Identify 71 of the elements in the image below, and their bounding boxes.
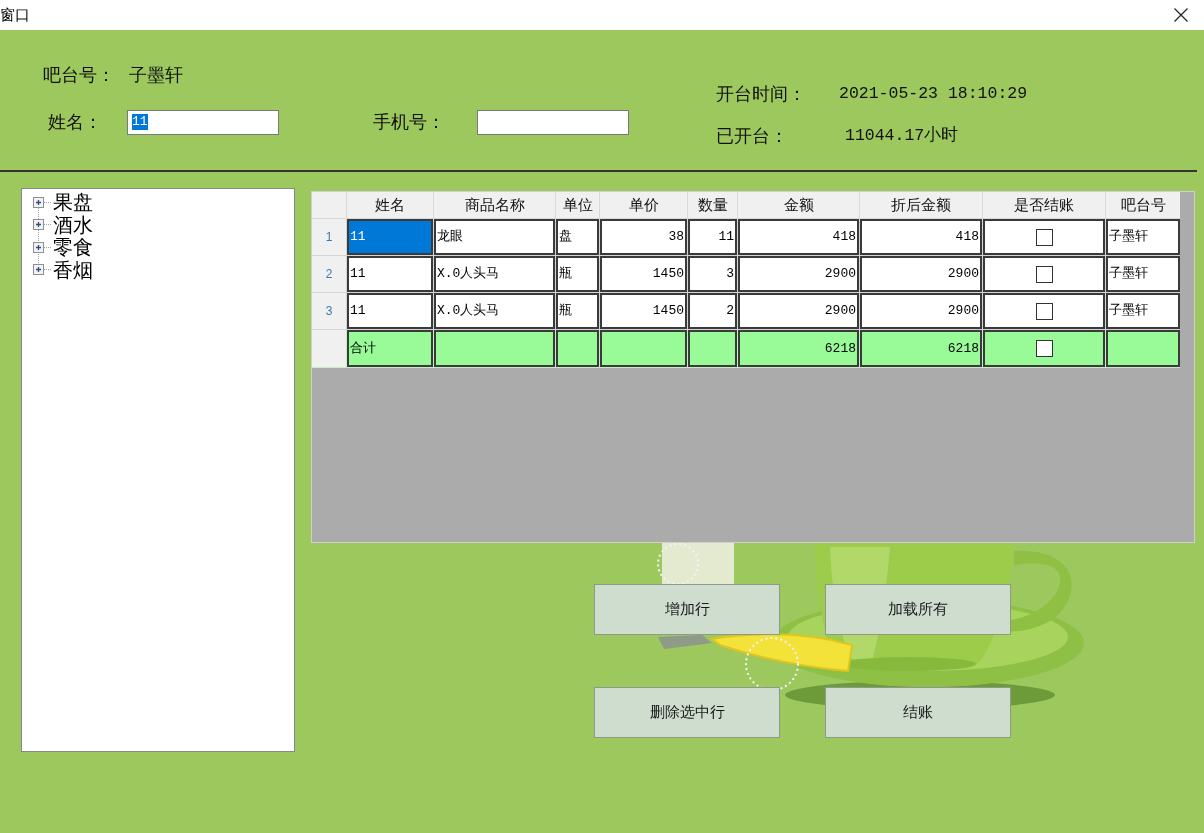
- expand-icon[interactable]: [33, 196, 44, 208]
- column-header[interactable]: 金额: [738, 192, 859, 218]
- table-cell: 子墨轩: [1106, 293, 1180, 329]
- checkbox[interactable]: [1035, 228, 1053, 246]
- checkout-button[interactable]: 结账: [825, 687, 1011, 738]
- load-all-button[interactable]: 加载所有: [825, 584, 1011, 635]
- table-cell: 11: [688, 219, 737, 255]
- column-header[interactable]: 是否结账: [983, 192, 1105, 218]
- dotted-circle: [657, 543, 699, 585]
- table-cell: 2900: [860, 293, 982, 329]
- column-header[interactable]: 折后金额: [860, 192, 982, 218]
- name-label: 姓名：: [48, 110, 103, 134]
- column-header[interactable]: 商品名称: [434, 192, 555, 218]
- table-cell: 418: [738, 219, 859, 255]
- add-row-button[interactable]: 增加行: [594, 584, 780, 635]
- table-cell: 418: [860, 219, 982, 255]
- expand-icon[interactable]: [33, 264, 44, 276]
- grid-corner: [312, 192, 346, 218]
- name-field[interactable]: 11: [127, 109, 279, 135]
- tree-item[interactable]: 香烟: [33, 258, 93, 281]
- table-cell: 2: [688, 293, 737, 329]
- tree-item[interactable]: 果盘: [33, 191, 93, 214]
- phone-label: 手机号：: [373, 110, 446, 134]
- checkbox[interactable]: [1035, 302, 1053, 320]
- table-cell: 合计: [347, 330, 433, 367]
- column-header[interactable]: 数量: [688, 192, 737, 218]
- table-cell: 1450: [600, 256, 687, 292]
- elapsed-time-value: 11044.17小时: [845, 124, 959, 147]
- bar-number-value: 子墨轩: [129, 63, 183, 87]
- row-header[interactable]: 2: [312, 256, 346, 292]
- expand-icon[interactable]: [33, 241, 44, 253]
- phone-field[interactable]: [477, 109, 629, 135]
- delete-selected-row-button[interactable]: 删除选中行: [594, 687, 780, 738]
- elapsed-time-label: 已开台：: [716, 124, 789, 148]
- column-header[interactable]: 单价: [600, 192, 687, 218]
- dotted-circle: [745, 637, 799, 691]
- table-cell: 盘: [556, 219, 599, 255]
- start-time-value: 2021-05-23 18:10:29: [839, 82, 1028, 105]
- close-icon: [1174, 8, 1188, 22]
- column-header[interactable]: 单位: [556, 192, 599, 218]
- row-header[interactable]: 3: [312, 293, 346, 329]
- table-cell: 11: [347, 293, 433, 329]
- checkbox[interactable]: [1035, 265, 1053, 283]
- table-cell: 6218: [738, 330, 859, 367]
- tea-bag: [662, 543, 734, 584]
- table-cell: 11: [347, 256, 433, 292]
- table-cell: 2900: [738, 256, 859, 292]
- column-header[interactable]: 吧台号: [1106, 192, 1180, 218]
- tree-item[interactable]: 零食: [33, 236, 93, 259]
- table-cell: X.0人头马: [434, 293, 555, 329]
- expand-icon[interactable]: [33, 219, 44, 231]
- table-cell: 3: [688, 256, 737, 292]
- table-cell: 2900: [860, 256, 982, 292]
- table-cell: 子墨轩: [1106, 256, 1180, 292]
- table-cell: 6218: [860, 330, 982, 367]
- table-cell: X.0人头马: [434, 256, 555, 292]
- table-cell: 11: [347, 219, 433, 255]
- bar-number-label: 吧台号：: [43, 63, 116, 87]
- checkbox[interactable]: [1035, 340, 1053, 357]
- row-header[interactable]: 1: [312, 219, 346, 255]
- table-cell: 1450: [600, 293, 687, 329]
- table-cell: 38: [600, 219, 687, 255]
- window-title: 窗口: [0, 6, 30, 24]
- tree-item[interactable]: 酒水: [33, 213, 93, 236]
- table-cell: 子墨轩: [1106, 219, 1180, 255]
- table-cell: 2900: [738, 293, 859, 329]
- table-cell: 瓶: [556, 293, 599, 329]
- column-header[interactable]: 姓名: [347, 192, 433, 218]
- table-cell: 龙眼: [434, 219, 555, 255]
- table-cell: 瓶: [556, 256, 599, 292]
- start-time-label: 开台时间：: [716, 82, 807, 106]
